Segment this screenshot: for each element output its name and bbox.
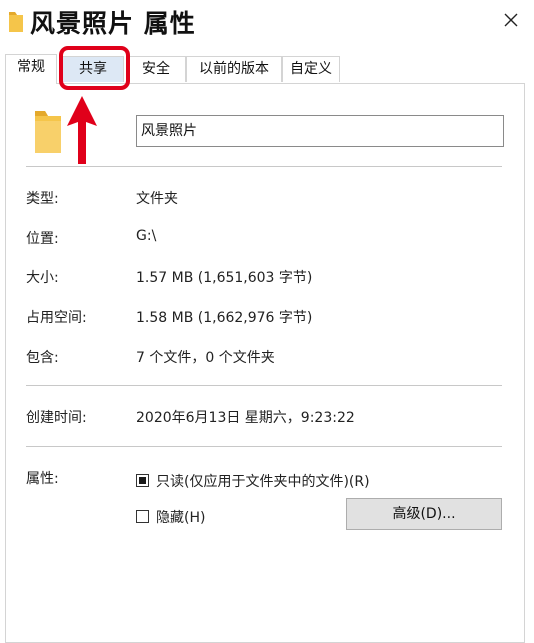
tab-customize[interactable]: 自定义 (282, 56, 340, 82)
size-value: 1.57 MB (1,651,603 字节) (136, 270, 313, 286)
tab-security[interactable]: 安全 (126, 56, 186, 82)
folder-name-input[interactable]: 风景照片 (136, 115, 504, 147)
window-title: 风景照片 属性 (30, 9, 196, 38)
location-label: 位置: (26, 231, 59, 247)
location-value: G:\ (136, 228, 157, 244)
type-label: 类型: (26, 191, 59, 207)
created-value: 2020年6月13日 星期六，9:23:22 (136, 410, 355, 426)
size-label: 大小: (26, 270, 59, 286)
divider (26, 446, 502, 447)
divider (26, 385, 502, 386)
contains-label: 包含: (26, 350, 59, 366)
size-on-disk-value: 1.58 MB (1,662,976 字节) (136, 310, 313, 326)
indeterminate-mark (139, 477, 146, 484)
contains-value: 7 个文件，0 个文件夹 (136, 350, 275, 366)
readonly-checkbox[interactable] (136, 474, 149, 487)
tab-general[interactable]: 常规 (5, 54, 57, 84)
size-on-disk-label: 占用空间: (26, 310, 87, 326)
created-label: 创建时间: (26, 410, 87, 426)
close-button[interactable] (488, 0, 534, 40)
close-icon (504, 13, 518, 27)
attributes-label: 属性: (26, 471, 59, 487)
highlight-box (59, 46, 130, 90)
title-bar: 风景照片 属性 (0, 0, 534, 44)
type-value: 文件夹 (136, 191, 178, 207)
folder-icon (9, 12, 23, 32)
readonly-label[interactable]: 只读(仅应用于文件夹中的文件)(R) (156, 471, 370, 491)
hidden-checkbox[interactable] (136, 510, 149, 523)
hidden-label[interactable]: 隐藏(H) (156, 507, 205, 527)
folder-large-icon (35, 111, 61, 153)
divider (26, 166, 502, 167)
advanced-button[interactable]: 高级(D)... (346, 498, 502, 530)
red-arrow-up-icon (67, 96, 97, 164)
tab-previous-versions[interactable]: 以前的版本 (186, 56, 282, 82)
